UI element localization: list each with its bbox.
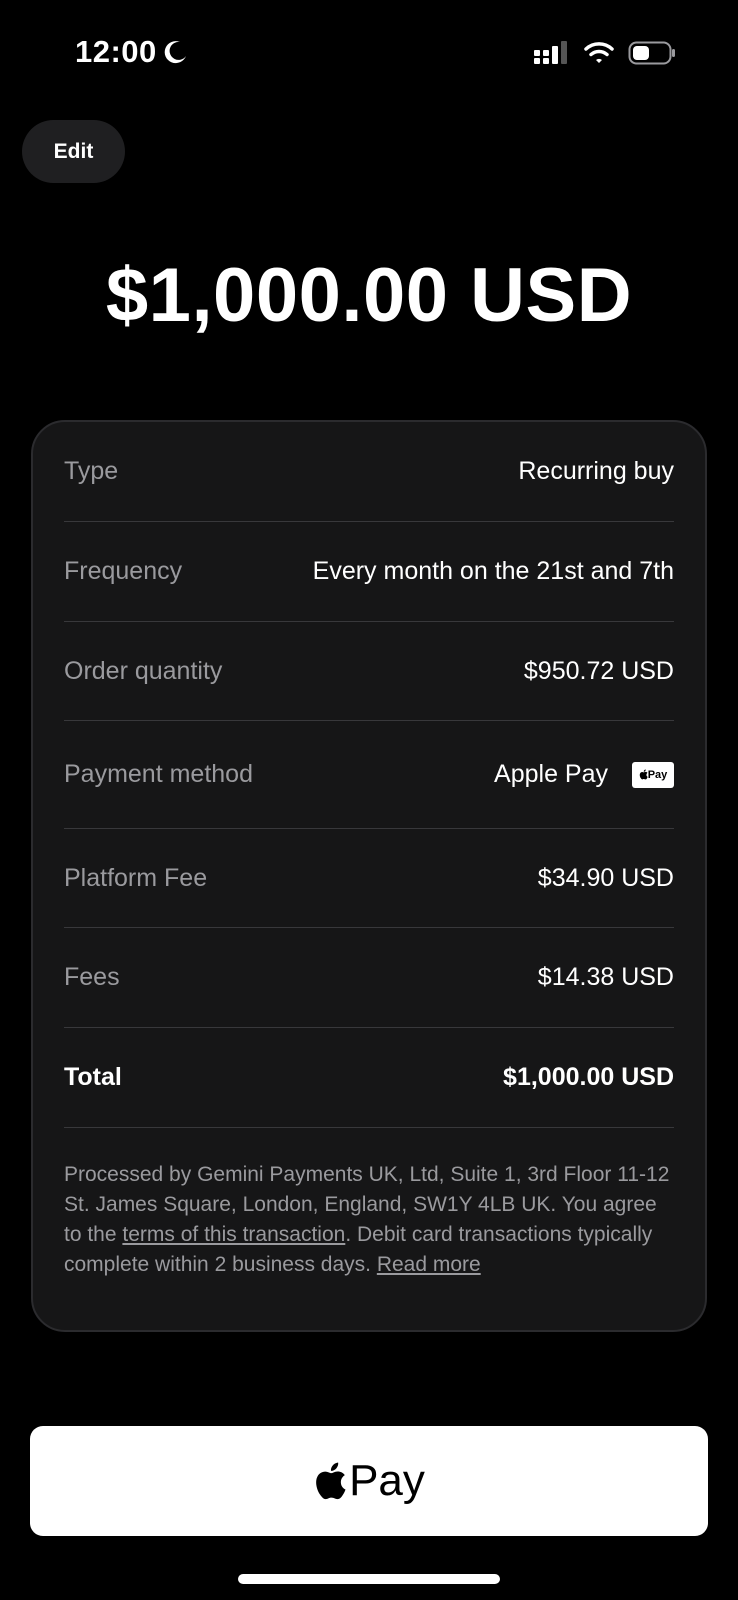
- row-value: Apple Pay Pay: [494, 760, 674, 789]
- status-time: 12:00: [75, 34, 189, 70]
- apple-pay-button[interactable]: Pay: [30, 1426, 708, 1536]
- read-more-link[interactable]: Read more: [377, 1253, 481, 1276]
- row-value: Every month on the 21st and 7th: [312, 557, 674, 585]
- row-label: Frequency: [64, 557, 183, 585]
- row-label: Total: [64, 1063, 122, 1091]
- apple-logo-icon: [316, 1462, 346, 1500]
- home-indicator[interactable]: [238, 1574, 500, 1584]
- summary-row-platform-fee: Platform Fee $34.90 USD: [64, 829, 674, 928]
- summary-row-type: Type Recurring buy: [64, 422, 674, 522]
- status-bar: 12:00: [0, 0, 738, 100]
- wifi-icon: [584, 42, 614, 63]
- row-label: Platform Fee: [64, 863, 208, 892]
- row-label: Payment method: [64, 760, 253, 788]
- row-label: Order quantity: [64, 656, 223, 685]
- row-value: $14.38 USD: [537, 963, 674, 991]
- row-value: $34.90 USD: [537, 863, 674, 892]
- apple-pay-badge-icon: Pay: [632, 761, 674, 788]
- payment-method-name: Apple Pay: [494, 760, 608, 788]
- edit-button[interactable]: Edit: [22, 120, 125, 183]
- apple-pay-button-label: Pay: [349, 1456, 425, 1505]
- battery-icon: [628, 41, 675, 65]
- status-icons: [534, 40, 676, 66]
- row-value: $1,000.00 USD: [503, 1063, 674, 1091]
- moon-icon: [164, 41, 186, 64]
- terms-link[interactable]: terms of this transaction: [122, 1223, 345, 1246]
- apple-logo-icon: [639, 769, 648, 780]
- apple-pay-badge-label: Pay: [647, 768, 668, 781]
- row-value: Recurring buy: [518, 457, 674, 485]
- row-label: Fees: [64, 963, 120, 991]
- summary-row-fees: Fees $14.38 USD: [64, 928, 674, 1028]
- order-summary-card: Type Recurring buy Frequency Every month…: [31, 420, 707, 1332]
- disclaimer-text: Processed by Gemini Payments UK, Ltd, Su…: [64, 1160, 674, 1280]
- row-label: Type: [64, 457, 119, 485]
- clock-time: 12:00: [75, 34, 157, 69]
- row-value: $950.72 USD: [523, 656, 674, 685]
- summary-row-frequency: Frequency Every month on the 21st and 7t…: [64, 522, 674, 622]
- summary-row-payment-method: Payment method Apple Pay Pay: [64, 721, 674, 829]
- summary-row-order-quantity: Order quantity $950.72 USD: [64, 622, 674, 721]
- order-amount: $1,000.00 USD: [105, 253, 633, 338]
- summary-row-total: Total $1,000.00 USD: [64, 1028, 674, 1128]
- cellular-signal-icon: [534, 41, 567, 64]
